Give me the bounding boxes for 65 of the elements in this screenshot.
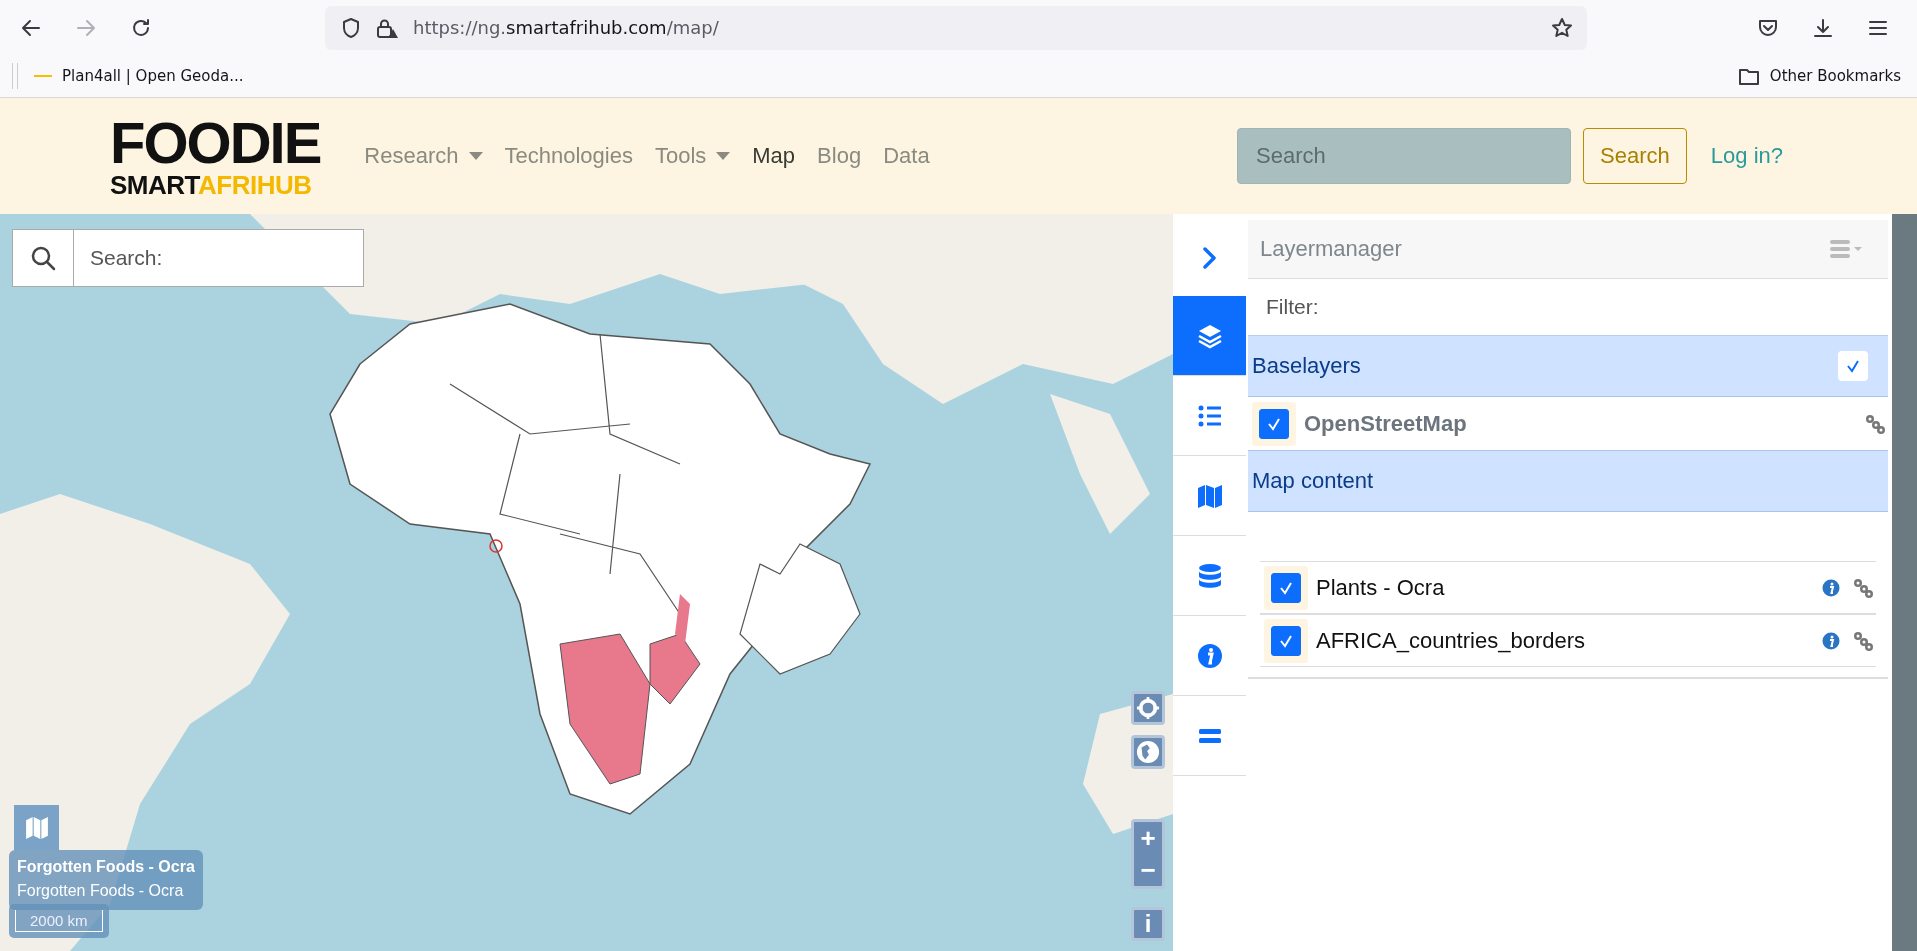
locate-button[interactable] xyxy=(1131,691,1165,725)
checkbox[interactable] xyxy=(1271,625,1301,656)
globe-button[interactable] xyxy=(1131,735,1165,769)
globe-icon xyxy=(1136,740,1160,764)
gears-icon[interactable] xyxy=(1864,412,1886,435)
layer-name: Plants - Ocra xyxy=(1316,574,1445,601)
checkbox[interactable] xyxy=(1259,408,1289,439)
info-icon xyxy=(1196,642,1223,669)
bookmarks-folder[interactable]: Other Bookmarks xyxy=(1737,66,1901,86)
search-icon xyxy=(30,245,56,271)
checkbox[interactable] xyxy=(1271,572,1301,603)
scrollbar[interactable] xyxy=(1892,214,1917,951)
legend-item: Forgotten Foods - Ocra xyxy=(17,882,185,900)
gears-icon[interactable] xyxy=(1852,629,1874,652)
crosshair-icon xyxy=(1136,696,1160,720)
url-text: https://ng.smartafrihub.com/map/ xyxy=(413,17,719,38)
nav-link[interactable]: Data xyxy=(872,135,941,177)
layer-row[interactable]: AFRICA_countries_borders xyxy=(1260,614,1876,667)
bookmark-icon xyxy=(34,74,52,78)
layer-row[interactable]: Plants - Ocra xyxy=(1260,561,1876,614)
logo[interactable]: FOODIE SMARTAFRIHUB xyxy=(110,114,321,198)
nav-link[interactable]: Technologies xyxy=(493,135,644,177)
database-icon xyxy=(1196,562,1223,589)
group-title: Map content xyxy=(1252,468,1374,494)
sidebar-tab[interactable] xyxy=(1173,296,1246,376)
checkbox[interactable] xyxy=(1838,351,1868,381)
login-link[interactable]: Log in? xyxy=(1710,143,1783,169)
zoom-in-button[interactable]: + xyxy=(1134,822,1162,854)
check-icon xyxy=(1846,359,1860,373)
search-button[interactable] xyxy=(12,229,74,287)
search-button[interactable]: Search xyxy=(1583,128,1687,184)
address-bar[interactable]: https://ng.smartafrihub.com/map/ xyxy=(325,5,1587,50)
shield-icon[interactable] xyxy=(341,16,361,39)
group-title: Baselayers xyxy=(1252,353,1361,379)
legend-button[interactable] xyxy=(14,805,59,850)
info-button[interactable]: i xyxy=(1131,907,1165,941)
group-header[interactable]: Map content xyxy=(1248,451,1888,512)
nav-link[interactable]: Tools xyxy=(643,135,742,177)
legend-title: Forgotten Foods - Ocra xyxy=(17,858,195,876)
bookmark[interactable]: Plan4all | Open Geoda... xyxy=(34,67,244,85)
zoom-out-button[interactable]: − xyxy=(1134,854,1162,886)
scale-label: 2000 km xyxy=(15,910,103,932)
map-icon xyxy=(24,815,49,840)
folder-icon xyxy=(1737,66,1760,86)
check-icon xyxy=(1279,633,1293,648)
panel-title: Layermanager xyxy=(1260,236,1402,262)
map-icon xyxy=(1196,482,1223,509)
layer-name: OpenStreetMap xyxy=(1304,410,1467,437)
info-icon[interactable] xyxy=(1822,631,1840,650)
layer-name: AFRICA_countries_borders xyxy=(1316,627,1585,654)
layers-icon xyxy=(1196,322,1223,349)
search-field[interactable]: Search xyxy=(1237,128,1572,184)
reload-icon[interactable] xyxy=(130,16,152,39)
check-icon xyxy=(1267,416,1281,431)
check-icon xyxy=(1279,580,1293,595)
nav-link[interactable]: Blog xyxy=(806,135,873,177)
gears-icon[interactable] xyxy=(1852,576,1874,599)
nav-link[interactable]: Map xyxy=(741,135,807,177)
info-icon[interactable] xyxy=(1822,578,1840,597)
nav-link[interactable]: Research xyxy=(353,135,494,177)
search-field[interactable]: Search: xyxy=(74,229,364,287)
group-header[interactable]: Baselayers xyxy=(1248,336,1888,397)
star-icon[interactable] xyxy=(1551,16,1573,39)
download-icon[interactable] xyxy=(1812,16,1834,39)
zoom-control[interactable]: + − xyxy=(1131,819,1165,889)
